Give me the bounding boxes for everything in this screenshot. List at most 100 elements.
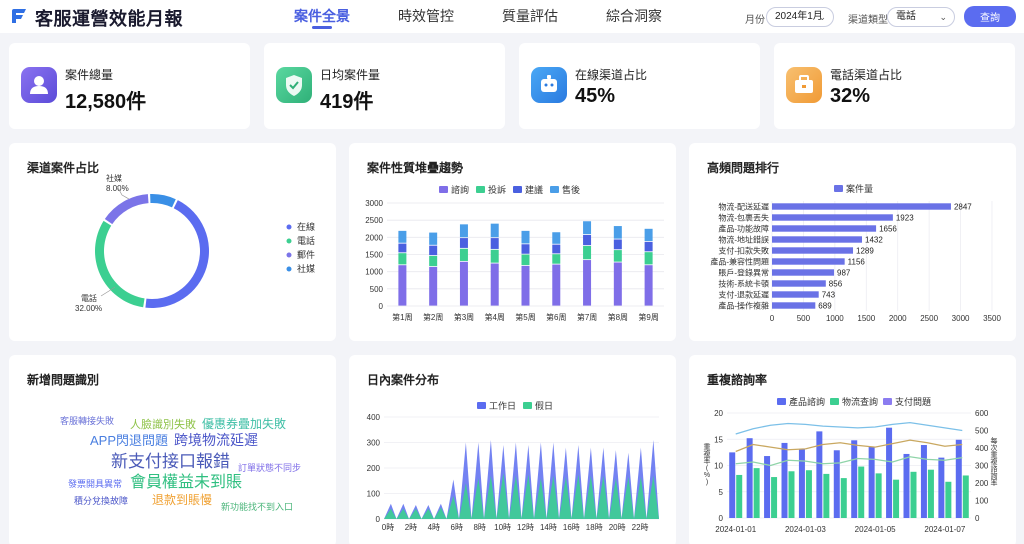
y-tick-label: 300 — [367, 439, 381, 448]
intraday-panel: 日內案件分布 工作日 假日 0 100 200 300 400 0時 2時 4時 6時 8時 10時 12… — [349, 355, 676, 544]
y-tick-label: 20 — [714, 409, 723, 418]
legend-label: 投訴 — [488, 184, 506, 195]
bar-segment — [644, 241, 653, 252]
bar — [772, 203, 951, 210]
month-label: 月份 — [745, 15, 765, 26]
top-issues-bar-chart: 案件量 0 500 1000 1500 2000 2500 3000 3500 物流-配送延遲 28… — [710, 183, 1001, 323]
y-axis-label: ( — [706, 465, 709, 472]
repeat-inquiry-panel: 重複諮詢率 產品諮詢 物流查詢 支付問題 0 5 10 15 20 0 100 200 300 400 5… — [689, 355, 1016, 544]
legend-label: 案件量 — [846, 183, 873, 194]
y2-tick-label: 100 — [975, 497, 989, 506]
data-label: 856 — [829, 280, 843, 289]
bar — [840, 478, 847, 518]
x-tick-label: 8時 — [473, 523, 485, 532]
kpi-card-total: 案件總量 12,580件 — [9, 43, 250, 129]
y2-tick-label: 200 — [975, 479, 989, 488]
tab-case-overview[interactable]: 案件全景 — [270, 0, 374, 33]
shield-check-icon — [276, 67, 312, 103]
y2-axis-label: 次 — [991, 443, 998, 452]
bar — [772, 302, 816, 309]
y-tick-label: 產品-兼容性問題 — [710, 257, 769, 267]
x-tick-label: 12時 — [517, 523, 534, 532]
legend-label: 建議 — [525, 184, 543, 195]
query-button[interactable]: 查詢 — [964, 6, 1016, 27]
bar-segment — [583, 221, 592, 235]
x-tick-label: 22時 — [632, 523, 649, 532]
x-tick-label: 第9周 — [638, 312, 658, 322]
y2-tick-label: 0 — [975, 514, 980, 523]
x-tick-label: 4時 — [428, 523, 440, 532]
bar-segment — [613, 239, 622, 250]
tab-insights[interactable]: 綜合洞察 — [582, 0, 686, 33]
x-tick-label: 1000 — [826, 314, 844, 323]
channel-donut-chart: 社媒8.00%電話32.00%在線電話郵件社媒 — [75, 173, 315, 313]
bar-segment — [552, 264, 561, 306]
bar-segment — [429, 245, 438, 256]
bar-segment — [613, 250, 622, 262]
bar-segment — [398, 243, 407, 253]
top-issues-panel: 高頻問題排行 案件量 0 500 1000 1500 2000 2500 3000 3500 物流… — [689, 143, 1016, 341]
bar — [772, 280, 826, 287]
main-tabs: 案件全景 時效管控 質量評估 綜合洞察 — [270, 0, 686, 33]
donut-slice — [104, 194, 149, 225]
y-tick-label: 支付-扣款失敗 — [718, 246, 769, 256]
y-tick-label: 物流-地址錯誤 — [718, 235, 769, 245]
word-cloud-term: 退款到賬慢 — [152, 493, 212, 507]
x-tick-label: 2024-01-03 — [785, 525, 826, 534]
bar — [903, 453, 910, 518]
x-tick-label: 2024-01-07 — [924, 525, 965, 534]
stacked-bar-chart: 諮詢 投訴 建議 售後 0 500 1000 1500 2000 2500 3000 第1周 第2周 第3… — [365, 184, 664, 322]
bar-segment — [552, 244, 561, 254]
kpi-label: 日均案件量 — [320, 68, 381, 82]
y-axis-label: ) — [706, 479, 708, 486]
legend-label: 諮詢 — [451, 184, 469, 195]
bar-segment — [552, 232, 561, 244]
bar — [729, 452, 736, 518]
bar-segment — [459, 261, 468, 306]
bar-segment — [644, 252, 653, 265]
legend-label: 物流查詢 — [842, 396, 878, 407]
data-label: 1289 — [856, 247, 874, 256]
bar-segment — [521, 254, 530, 266]
data-label: 2847 — [954, 203, 972, 212]
x-tick-label: 0 — [770, 314, 775, 323]
bar-segment — [398, 230, 407, 243]
word-cloud-term: 新功能找不到入口 — [221, 501, 293, 512]
tab-quality[interactable]: 質量評估 — [478, 0, 582, 33]
bar — [823, 473, 830, 518]
bar — [772, 236, 863, 243]
y2-axis-label: 複 — [991, 457, 998, 466]
word-cloud-term: 跨境物流延遲 — [174, 432, 258, 448]
kpi-value: 32% — [830, 85, 871, 107]
bar-segment — [521, 265, 530, 306]
y-tick-label: 產品-操作複雜 — [718, 301, 769, 311]
word-cloud-term: 優惠券疊加失敗 — [202, 416, 286, 431]
bar — [955, 439, 962, 518]
legend-label: 支付問題 — [895, 396, 931, 407]
bar — [753, 468, 760, 518]
bar-segment — [490, 263, 499, 306]
bar-segment — [429, 232, 438, 245]
legend-swatch — [550, 186, 559, 193]
x-tick-label: 10時 — [494, 523, 511, 532]
bar — [746, 438, 753, 518]
y2-axis-label: 重 — [991, 451, 998, 459]
tab-timeliness[interactable]: 時效管控 — [374, 0, 478, 33]
x-tick-label: 3500 — [983, 314, 1001, 323]
bar-segment — [490, 249, 499, 263]
channel-select[interactable]: 電話 ⌄ — [887, 7, 955, 27]
legend-swatch — [286, 238, 292, 244]
legend-swatch — [513, 186, 522, 193]
y-axis-label: 重 — [704, 443, 711, 451]
word-cloud: 客服轉接失敗 人臉識別失敗 優惠券疊加失敗 APP閃退問題 跨境物流延遲新支付接口報錯訂… — [60, 415, 301, 512]
legend-label: 假日 — [535, 401, 553, 411]
legend-swatch — [439, 186, 448, 193]
bar-segment — [459, 238, 468, 248]
legend-swatch — [286, 266, 292, 272]
month-select[interactable]: 2024年1月 ⌄ — [766, 7, 834, 27]
x-tick-label: 0時 — [382, 523, 394, 532]
bar — [772, 225, 877, 232]
bar-segment — [583, 234, 592, 246]
kpi-value: 419件 — [320, 91, 374, 113]
x-tick-label: 16時 — [563, 523, 580, 532]
